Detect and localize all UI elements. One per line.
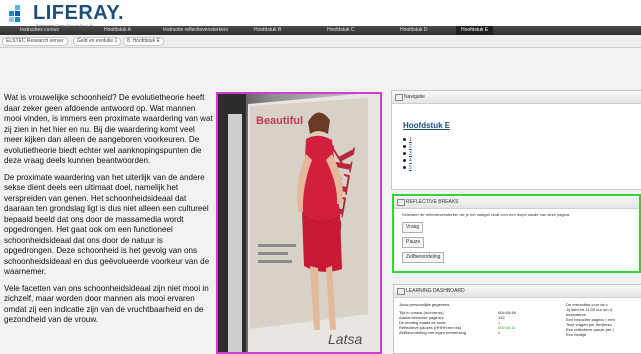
portlet-title: Navigatie [392,91,641,104]
bullet-icon [403,145,406,149]
navigatie-title: Navigatie [404,94,425,100]
magazine-cover-image: Beautiful GEEK Latsa [216,92,382,354]
tab-hoofdstuk-e[interactable]: Hoofdstuk E [456,26,494,35]
navigatie-portlet: Navigatie Hoofdstuk E 1 2 3 4 5 [391,90,641,190]
bullet-icon [403,152,406,156]
dashboard-title: LEARNING DASHBOARD [406,288,465,294]
tab-instructies-cursus[interactable]: Instructies cursus [20,27,59,33]
learning-dashboard-portlet: LEARNING DASHBOARD Jouw persoonlijke geg… [393,284,641,354]
breadcrumb-item[interactable]: ELSTEC Research server [2,37,68,46]
dashboard-row-value: 000:33:11 [498,325,516,330]
breadcrumb-item[interactable]: 8. Hoofdstuk E [123,37,164,46]
bullet-icon [403,166,406,170]
navigatie-list: 1 2 3 4 5 [403,137,412,172]
article-text: Wat is vrouwelijke schoonheid? De evolut… [4,93,214,332]
dashboard-row-value: 0 [498,330,501,335]
portlet-icon [395,94,403,101]
article-paragraph: Wat is vrouwelijke schoonheid? De evolut… [4,93,213,165]
dashboard-row-label: Jouw persoonlijke gegevens [399,302,450,307]
main-nav: Instructies cursus Hoofdstuk A Instructi… [0,26,641,35]
navigatie-heading[interactable]: Hoofdstuk E [403,121,450,130]
logo-text: LIFERAY. [33,2,125,24]
tab-hoofdstuk-a[interactable]: Hoofdstuk A [104,27,131,33]
dashboard-instruction: Een bedtijd [566,332,587,337]
tab-hoofdstuk-c[interactable]: Hoofdstuk C [327,27,355,33]
bullet-icon [403,138,406,142]
portlet-title: LEARNING DASHBOARD [394,285,641,298]
reflective-title: REFLECTIVE BREAKS [406,199,459,205]
breadcrumb: ELSTEC Research server Geld en evolutie … [0,35,641,48]
navigatie-item[interactable]: 3 [403,151,412,158]
breadcrumb-item[interactable]: Geld en evolutie 1 [73,37,122,46]
navigatie-item[interactable]: 1 [403,137,412,144]
navigatie-item[interactable]: 4 [403,158,412,165]
zelfbeoordeling-button[interactable]: Zelfbeoordeling [402,252,445,263]
magazine-cover-illustration: Beautiful GEEK Latsa [218,94,380,352]
magazine-subtitle: Beautiful [256,115,303,127]
article-paragraph: De proximate waardering van het uiterlij… [4,172,210,277]
cover-corner-text: Latsa [328,331,362,347]
portlet-icon [397,288,405,295]
liferay-logo-icon [9,5,33,23]
reflective-breaks-portlet: REFLECTIVE BREAKS Selecteer de reflectie… [392,194,641,273]
bullet-icon [403,159,406,163]
tab-hoofdstuk-b[interactable]: Hoofdstuk B [254,27,281,33]
navigatie-item[interactable]: 5 [403,165,412,172]
header: LIFERAY. Enterprise Open Source For Life [0,0,641,28]
tab-instructie-reflectievensterkers[interactable]: Instructie reflectievensterkers [163,27,228,33]
portlet-icon [397,199,405,206]
pauze-button[interactable]: Pauze [402,237,425,248]
navigatie-item[interactable]: 2 [403,144,412,151]
tab-hoofdstuk-d[interactable]: Hoofdstuk D [400,27,428,33]
dashboard-row-label: Zelfbeoordeling van eigen beheersing [399,330,466,335]
article-paragraph: Vele facetten van ons schoonheidsideaal … [4,283,209,325]
portlet-title: REFLECTIVE BREAKS [394,196,639,209]
vraag-button[interactable]: Vraag [402,222,424,233]
reflective-instruction: Selecteer de reflectievensterker die je … [402,212,571,217]
